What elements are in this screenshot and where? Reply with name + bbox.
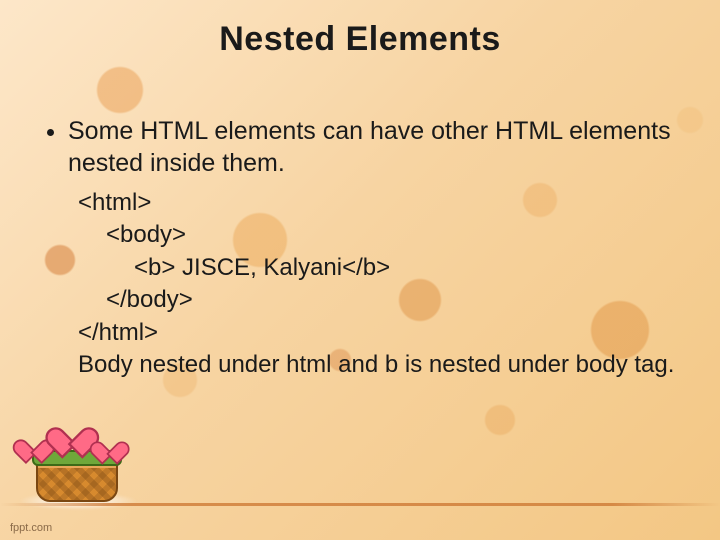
footer-credit: fppt.com [10, 522, 52, 534]
code-block: <html> <body> <b> JISCE, Kalyani</b> </b… [78, 187, 680, 381]
heart-icon [56, 414, 84, 442]
slide-body: Some HTML elements can have other HTML e… [40, 115, 680, 381]
code-line: <html> [78, 187, 680, 219]
basket-illustration [18, 400, 128, 510]
bullet-list: Some HTML elements can have other HTML e… [40, 115, 680, 179]
code-line: <body> [78, 219, 680, 251]
slide-title: Nested Elements [0, 0, 720, 59]
code-line: </body> [78, 284, 680, 316]
heart-icon [98, 432, 118, 452]
divider [0, 503, 720, 506]
code-line: <b> JISCE, Kalyani</b> [78, 252, 680, 284]
code-note: Body nested under html and b is nested u… [78, 349, 680, 381]
bullet-item: Some HTML elements can have other HTML e… [68, 115, 680, 179]
heart-icon [21, 429, 43, 451]
code-line: </html> [78, 317, 680, 349]
